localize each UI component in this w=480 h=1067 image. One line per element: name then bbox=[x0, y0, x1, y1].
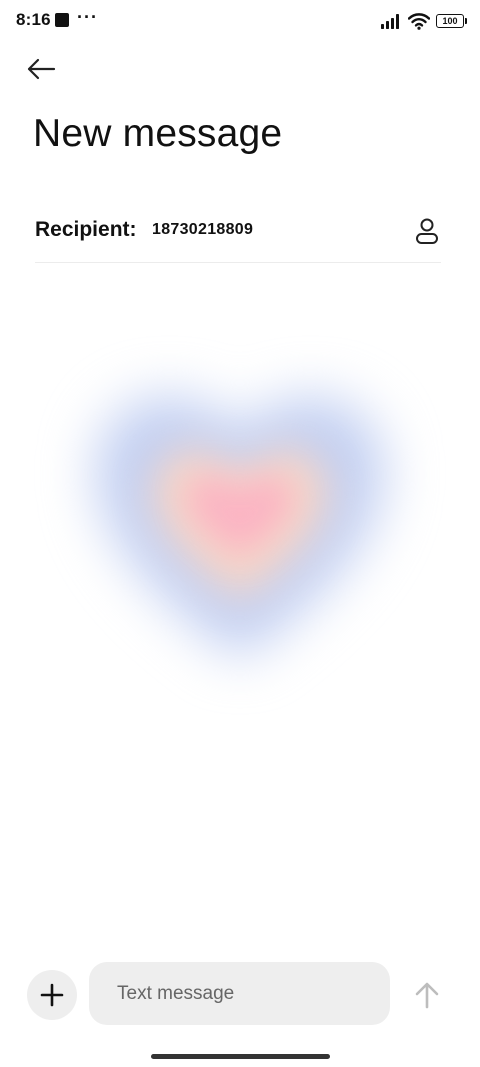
heart-glow-middle bbox=[151, 447, 329, 600]
heart-inner-shape bbox=[186, 476, 294, 555]
more-notifications-indicator: ··· bbox=[77, 7, 98, 27]
status-icons: 100 bbox=[380, 10, 467, 32]
wifi-icon bbox=[408, 13, 430, 30]
back-arrow-icon bbox=[27, 58, 56, 80]
heart-illustration bbox=[30, 330, 450, 730]
status-bar: 8:16 ··· 100 bbox=[0, 0, 480, 44]
home-indicator[interactable] bbox=[151, 1054, 330, 1059]
message-input[interactable] bbox=[89, 962, 390, 1025]
plus-icon bbox=[40, 983, 64, 1007]
recipient-input[interactable]: 18730218809 bbox=[152, 221, 253, 239]
contacts-button[interactable] bbox=[413, 215, 441, 247]
back-button[interactable] bbox=[22, 50, 60, 88]
person-icon bbox=[416, 218, 438, 244]
arrow-up-icon bbox=[415, 982, 439, 1009]
heart-outer-shape bbox=[94, 395, 386, 660]
signal-icon bbox=[381, 14, 399, 29]
app-notification-icon bbox=[55, 13, 69, 27]
page-title: New message bbox=[33, 112, 283, 155]
battery-level: 100 bbox=[442, 15, 458, 26]
new-message-screen: 8:16 ··· 100 New message Recipient: 1873… bbox=[0, 0, 480, 1067]
status-time: 8:16 bbox=[16, 10, 51, 29]
add-attachment-button[interactable] bbox=[27, 970, 77, 1020]
heart-glow-inner bbox=[186, 476, 294, 555]
recipient-row[interactable]: Recipient: 18730218809 bbox=[35, 205, 441, 263]
recipient-label: Recipient: bbox=[35, 218, 137, 241]
heart-middle-shape bbox=[151, 447, 329, 600]
send-button[interactable] bbox=[408, 976, 446, 1014]
battery-icon: 100 bbox=[436, 14, 467, 28]
heart-glow-outer bbox=[94, 395, 386, 660]
